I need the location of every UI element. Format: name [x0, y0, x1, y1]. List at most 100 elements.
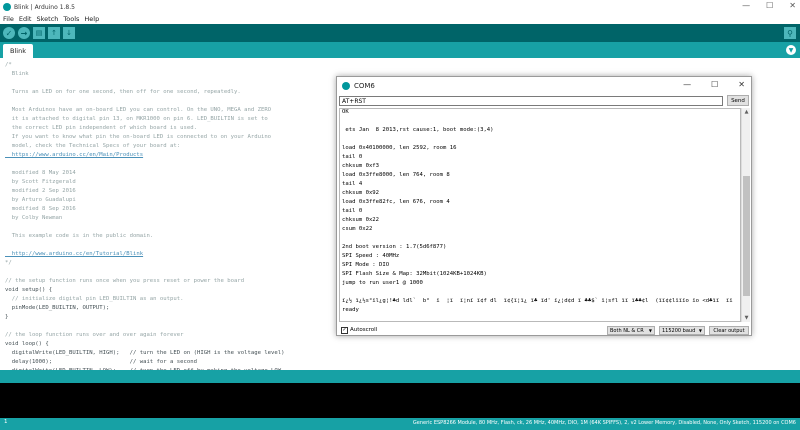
code-line: // the setup function runs once when you…	[5, 278, 245, 284]
code-line: by Colby Newman	[5, 215, 63, 221]
code-line: by Scott Fitzgerald	[5, 179, 76, 185]
serial-output-line: SPI Mode : DIO	[342, 262, 390, 268]
menu-sketch[interactable]: Sketch	[36, 15, 58, 23]
save-button[interactable]: ↓	[63, 27, 75, 39]
autoscroll-checkbox[interactable]: ✓	[341, 327, 348, 334]
upload-button[interactable]: →	[18, 27, 30, 39]
code-line: it is attached to digital pin 13, on MKR…	[5, 116, 268, 122]
code-line: */	[5, 260, 12, 266]
code-line: Blink	[5, 71, 29, 77]
code-line: modified 8 Sep 2016	[5, 206, 76, 212]
serial-window-controls: — ☐ ✕	[683, 80, 745, 89]
serial-output-line: load 0x40100000, len 2592, room 16	[342, 145, 457, 151]
baud-rate-value: 115200 baud	[662, 328, 696, 334]
serial-output-line: ï¿½ ï¿½s°ïl¿g¦!♣d ldl` b° ï ¦ï ï¦nï ï¢f …	[342, 298, 733, 304]
code-line: delay(1000); // wait for a second	[5, 359, 197, 365]
check-icon: ✓	[5, 28, 13, 38]
code-line: /*	[5, 62, 12, 68]
chevron-down-icon: ▼	[698, 328, 702, 333]
open-button[interactable]: ↑	[48, 27, 60, 39]
arrow-down-icon: ↓	[66, 29, 72, 37]
code-line: by Arturo Guadalupi	[5, 197, 76, 203]
autoscroll-label: Autoscroll	[350, 327, 378, 333]
send-button[interactable]: Send	[727, 95, 749, 106]
code-line: the correct LED pin independent of which…	[5, 125, 197, 131]
serial-output-line: ready	[342, 307, 359, 313]
serial-close-button[interactable]: ✕	[738, 80, 745, 89]
menu-edit[interactable]: Edit	[19, 15, 32, 23]
serial-input-field[interactable]: AT+RST	[339, 96, 723, 106]
maximize-button[interactable]: ☐	[766, 1, 773, 10]
status-bar: 1 Generic ESP8266 Module, 80 MHz, Flash,…	[0, 418, 800, 430]
new-button[interactable]: ▤	[33, 27, 45, 39]
arrow-up-icon: ↑	[51, 29, 57, 37]
serial-output[interactable]: OK ets Jan 8 2013,rst cause:1, boot mode…	[339, 108, 741, 322]
clear-output-button[interactable]: Clear output	[709, 326, 749, 335]
serial-output-line: OK	[342, 109, 349, 115]
code-line: This example code is in the public domai…	[5, 233, 154, 239]
scroll-thumb[interactable]	[743, 176, 750, 296]
serial-output-line: tail 0	[342, 208, 363, 214]
menu-bar: File Edit Sketch Tools Help	[0, 14, 800, 24]
close-button[interactable]: ✕	[789, 1, 796, 10]
status-line-number: 1	[4, 419, 8, 425]
baud-rate-select[interactable]: 115200 baud ▼	[659, 326, 705, 335]
console-output	[0, 383, 800, 418]
serial-output-line: load 0x3ffe8000, len 764, room 8	[342, 172, 450, 178]
window-controls: — ☐ ✕	[742, 1, 796, 10]
code-line: void loop() {	[5, 341, 49, 347]
serial-output-line: csum 0x22	[342, 226, 373, 232]
code-line: modified 8 May 2014	[5, 170, 76, 176]
scroll-up-icon[interactable]: ▲	[742, 108, 751, 116]
code-line: If you want to know what pin the on-boar…	[5, 134, 272, 140]
code-line: // initialize digital pin LED_BUILTIN as…	[5, 296, 184, 302]
code-line: }	[5, 314, 9, 320]
chevron-down-icon: ▼	[648, 328, 652, 333]
line-ending-value: Both NL & CR	[610, 328, 644, 334]
window-titlebar: Blink | Arduino 1.8.5 — ☐ ✕	[0, 0, 800, 14]
arrow-right-icon: →	[20, 28, 28, 38]
serial-minimize-button[interactable]: —	[683, 80, 691, 89]
verify-button[interactable]: ✓	[3, 27, 15, 39]
code-line: modified 2 Sep 2016	[5, 188, 76, 194]
serial-title: COM6	[354, 81, 375, 90]
code-line: https://www.arduino.cc/en/Main/Products	[5, 152, 144, 158]
minimize-button[interactable]: —	[742, 1, 750, 10]
serial-output-line: load 0x3ffe82fc, len 676, room 4	[342, 199, 450, 205]
serial-output-line: 2nd boot version : 1.7(5d6f877)	[342, 244, 447, 250]
serial-output-line: tail 4	[342, 181, 363, 187]
serial-maximize-button[interactable]: ☐	[711, 80, 718, 89]
serial-output-line: chksum 0xf3	[342, 163, 380, 169]
window-title: Blink | Arduino 1.8.5	[14, 3, 75, 11]
serial-monitor-window: COM6 — ☐ ✕ AT+RST Send OK ets Jan 8 2013…	[336, 76, 752, 336]
serial-bottom-bar: ✓ Autoscroll Both NL & CR ▼ 115200 baud …	[337, 324, 751, 337]
serial-output-line: chksum 0x22	[342, 217, 380, 223]
line-ending-select[interactable]: Both NL & CR ▼	[607, 326, 655, 335]
menu-help[interactable]: Help	[84, 15, 99, 23]
scroll-down-icon[interactable]: ▼	[742, 314, 751, 322]
new-file-icon: ▤	[35, 29, 43, 37]
serial-titlebar: COM6 — ☐ ✕	[337, 77, 751, 94]
chevron-down-icon: ▼	[788, 46, 794, 54]
magnifier-icon: ⚲	[787, 28, 793, 38]
arduino-logo-icon	[3, 3, 11, 11]
message-area	[0, 370, 800, 383]
serial-output-line: ets Jan 8 2013,rst cause:1, boot mode:(3…	[342, 127, 494, 133]
menu-file[interactable]: File	[3, 15, 14, 23]
serial-scrollbar[interactable]: ▲ ▼	[741, 108, 750, 322]
code-line: model, check the Technical Specs of your…	[5, 143, 181, 149]
code-line: http://www.arduino.cc/en/Tutorial/Blink	[5, 251, 144, 257]
menu-tools[interactable]: Tools	[63, 15, 79, 23]
code-line: void setup() {	[5, 287, 53, 293]
code-line: digitalWrite(LED_BUILTIN, HIGH); // turn…	[5, 350, 285, 356]
serial-output-line: SPI Speed : 40MHz	[342, 253, 400, 259]
serial-output-line: tail 0	[342, 154, 363, 160]
serial-output-line: chksum 0x92	[342, 190, 380, 196]
code-line: // the loop function runs over and over …	[5, 332, 184, 338]
tab-menu-button[interactable]: ▼	[786, 45, 796, 55]
status-board-info: Generic ESP8266 Module, 80 MHz, Flash, c…	[412, 420, 796, 426]
serial-monitor-button[interactable]: ⚲	[784, 27, 796, 39]
toolbar: ✓ → ▤ ↑ ↓ ⚲	[0, 24, 800, 42]
code-line: Turns an LED on for one second, then off…	[5, 89, 241, 95]
tab-blink[interactable]: Blink	[3, 44, 33, 58]
